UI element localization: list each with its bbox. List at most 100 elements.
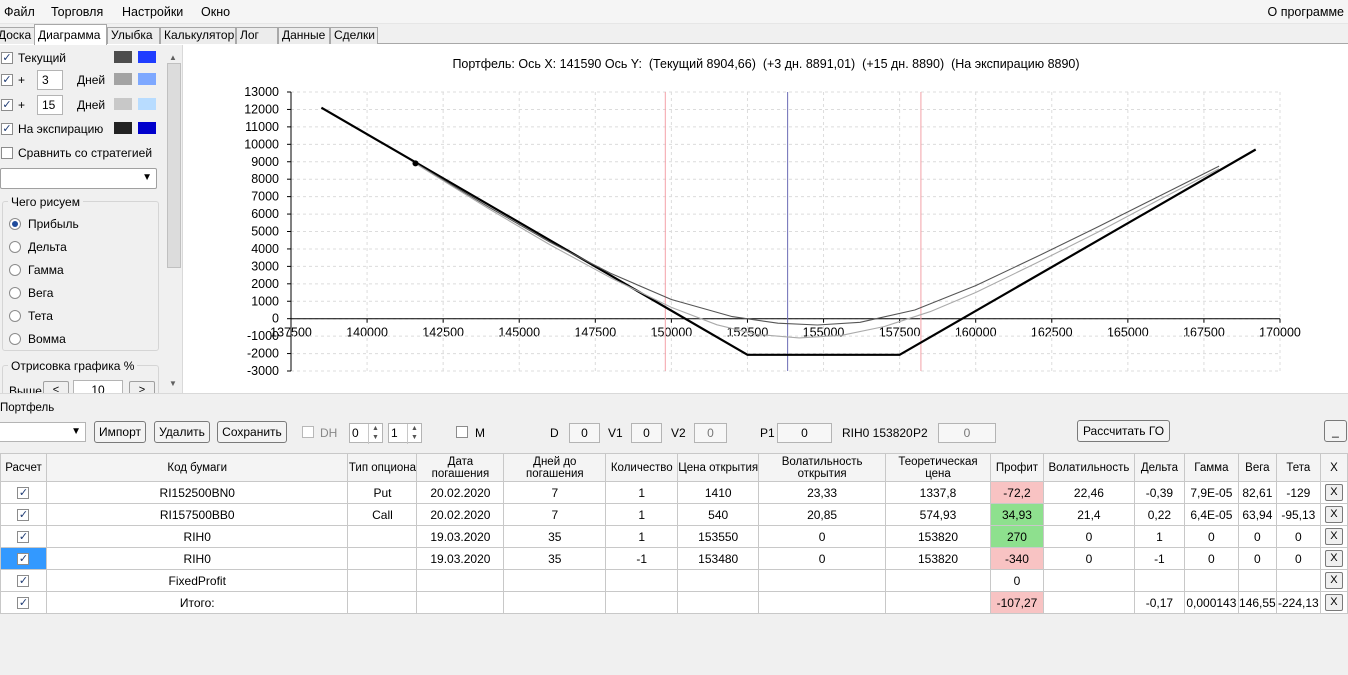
menu-settings[interactable]: Настройки [122,5,183,19]
d3-color-1[interactable] [114,73,132,85]
calc-go-button[interactable]: Рассчитать ГО [1077,420,1170,442]
m-checkbox[interactable] [456,426,468,438]
radio-delta[interactable] [9,241,21,253]
expiration-checkbox[interactable]: ✓ [1,123,13,135]
remove-row-button[interactable]: X [1324,594,1343,611]
column-header[interactable]: Вега [1237,453,1277,482]
scroll-down-icon[interactable]: ▼ [169,379,177,388]
calc-cell[interactable]: ✓ [0,481,47,504]
table-row[interactable]: ✓ RI152500BN0 Put 20.02.2020 7 1 1410 23,33 1337… [0,481,1348,504]
plus15-checkbox[interactable]: ✓ [1,99,13,111]
step-spin-icon[interactable]: ▲ ▼ [407,424,421,444]
remove-row-button[interactable]: X [1324,528,1343,545]
column-header[interactable]: Количество [605,453,679,482]
tab-board[interactable]: Доска [0,27,35,44]
exp-color-2[interactable] [138,122,156,134]
tab-log[interactable]: Лог [236,27,278,44]
table-row[interactable]: ✓ RI157500BB0 Call 20.02.2020 7 1 540 20,85 574,… [0,503,1348,526]
dh-checkbox[interactable] [302,426,314,438]
tab-deals[interactable]: Сделки [330,27,378,44]
calc-cell[interactable]: ✓ [0,547,47,570]
column-header[interactable]: Тип опциона [347,453,418,482]
remove-row-button[interactable]: X [1324,484,1343,501]
column-header[interactable]: Тета [1275,453,1321,482]
tab-data[interactable]: Данные [278,27,330,44]
column-header[interactable]: Дней до погашения [503,453,607,482]
calc-cell[interactable]: ✓ [0,503,47,526]
settings-scrollbar[interactable]: ▲ ▼ [166,53,182,393]
menu-trading[interactable]: Торговля [51,5,103,19]
compare-checkbox[interactable] [1,147,13,159]
portfolio-combo[interactable]: ▼ [0,422,86,442]
row-calc-checkbox[interactable]: ✓ [17,531,30,544]
column-header[interactable]: Код бумаги [45,453,349,482]
radio-vomma[interactable] [9,333,21,345]
menu-file[interactable]: Файл [4,5,35,19]
table-row[interactable]: ✓ RIH0 19.03.2020 35 -1 153480 0 153820 -340 0 -1 0… [0,547,1348,570]
x-tick-label: 160000 [955,326,997,340]
table-header-row: Расчет Код бумаги Тип опциона Дата погашени… [0,453,1348,482]
days-2-input[interactable]: 15 [37,95,63,115]
strategy-combo[interactable]: ▼ [0,168,157,189]
menu-about[interactable]: О программе [1268,5,1344,19]
radio-vega[interactable] [9,287,21,299]
row-calc-checkbox[interactable]: ✓ [17,509,30,522]
delete-button[interactable]: Удалить [154,421,210,443]
step-input[interactable]: 1 ▲ ▼ [388,423,422,444]
calc-cell[interactable]: ✓ [0,591,47,614]
radio-gamma[interactable] [9,264,21,276]
table-cell: -0,17 [1133,591,1185,614]
calc-cell[interactable]: ✓ [0,569,47,592]
table-row[interactable]: ✓ Итого: -107,27 -0,17 0,000143 146,55 -224,13… [0,591,1348,614]
column-header[interactable]: Дата погашения [416,453,505,482]
days-1-input[interactable]: 3 [37,70,63,90]
dh-input[interactable]: 0 ▲ ▼ [349,423,383,444]
exp-color-1[interactable] [114,122,132,134]
above-decrease-button[interactable]: < [43,381,69,393]
above-increase-button[interactable]: > [129,381,155,393]
radio-profit[interactable] [9,218,21,230]
remove-row-button[interactable]: X [1324,506,1343,523]
table-cell [347,547,418,570]
tab-diagram[interactable]: Диаграмма [34,24,107,45]
row-calc-checkbox[interactable]: ✓ [17,575,30,588]
calc-cell[interactable]: ✓ [0,525,47,548]
table-row[interactable]: ✓ RIH0 19.03.2020 35 1 153550 0 153820 270 0 1 0 0 0 X [0,525,1348,548]
column-header[interactable]: Дельта [1133,453,1185,482]
import-button[interactable]: Импорт [94,421,146,443]
minimize-button[interactable]: _ [1324,420,1347,442]
table-cell: 63,94 [1237,503,1277,526]
tab-smile[interactable]: Улыбка [107,27,160,44]
remove-row-button[interactable]: X [1324,572,1343,589]
row-calc-checkbox[interactable]: ✓ [17,553,30,566]
table-row[interactable]: ✓ FixedProfit 0 X [0,569,1348,592]
menu-window[interactable]: Окно [201,5,230,19]
current-checkbox[interactable]: ✓ [1,52,13,64]
remove-row-button[interactable]: X [1324,550,1343,567]
tab-calculator[interactable]: Калькулятор [160,27,236,44]
column-header[interactable]: Профит [989,453,1044,482]
column-header[interactable]: Теоретическая цена [885,453,991,482]
d3-color-2[interactable] [138,73,156,85]
current-color-1[interactable] [114,51,132,63]
d15-color-2[interactable] [138,98,156,110]
column-header[interactable]: Расчет [0,453,47,482]
column-header[interactable]: Цена открытия [677,453,760,482]
row-calc-checkbox[interactable]: ✓ [17,487,30,500]
chart-canvas[interactable]: 137500 140000 142500 145000 147500 150000 1525… [184,45,1348,393]
scroll-thumb[interactable] [167,63,181,268]
column-header[interactable]: Гамма [1183,453,1239,482]
save-button[interactable]: Сохранить [217,421,287,443]
d15-color-1[interactable] [114,98,132,110]
row-calc-checkbox[interactable]: ✓ [17,597,30,610]
radio-theta-label: Тета [28,309,53,323]
above-value[interactable]: 10 [73,380,123,393]
dh-spin-icon[interactable]: ▲ ▼ [368,424,382,444]
current-color-2[interactable] [138,51,156,63]
scroll-up-icon[interactable]: ▲ [169,53,177,62]
column-header[interactable]: Волатильность [1042,453,1135,482]
plus3-checkbox[interactable]: ✓ [1,74,13,86]
column-header[interactable]: X [1319,453,1348,482]
radio-theta[interactable] [9,310,21,322]
column-header[interactable]: Волатильность открытия [758,453,887,482]
